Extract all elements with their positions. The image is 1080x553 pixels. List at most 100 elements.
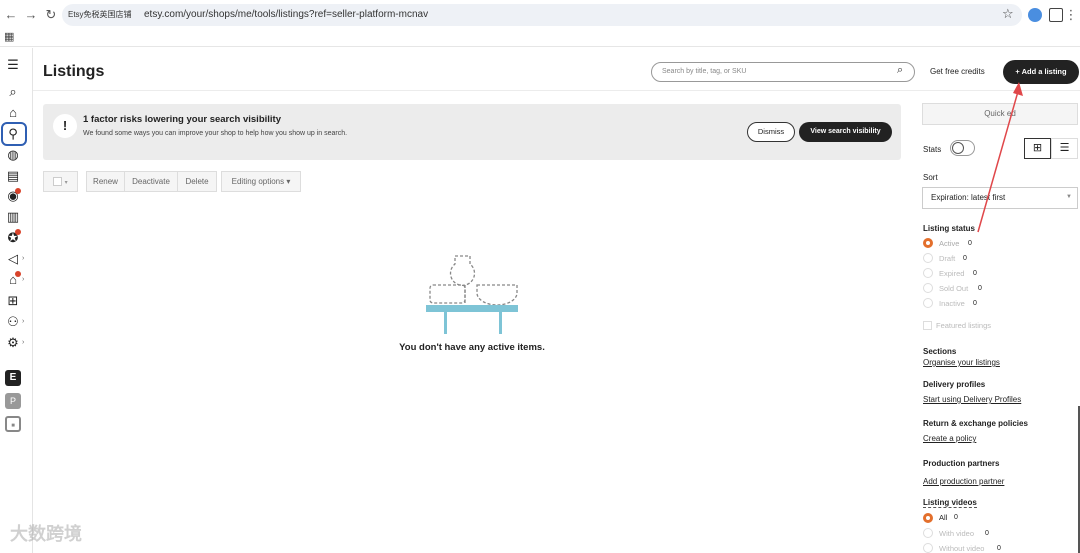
status-radio-inactive[interactable] xyxy=(923,298,933,308)
pattern-icon[interactable]: P xyxy=(5,393,21,409)
shelf-top xyxy=(426,305,518,312)
messages-icon[interactable]: ◍ xyxy=(5,147,21,163)
home-icon[interactable]: ⌂ xyxy=(5,105,21,121)
status-radio-sold-out[interactable] xyxy=(923,283,933,293)
toggle-knob xyxy=(952,142,964,154)
shelf-leg xyxy=(499,312,502,334)
watermark: 大数跨境 xyxy=(10,524,82,544)
shelf-leg xyxy=(444,312,447,334)
stats-label: Stats xyxy=(923,145,942,154)
etsy-logo-icon[interactable]: E xyxy=(5,370,21,386)
status-label-sold-out: Sold Out xyxy=(939,284,969,293)
status-count: 0 xyxy=(963,255,967,262)
square-app-icon[interactable]: ■ xyxy=(5,416,21,432)
status-count: 0 xyxy=(973,300,977,307)
video-label-with: With video xyxy=(939,529,975,538)
video-radio-with[interactable] xyxy=(923,528,933,538)
video-label-all: All xyxy=(939,513,948,522)
chevron-right-icon: › xyxy=(22,339,25,346)
sections-label: Sections xyxy=(923,347,957,356)
notification-dot xyxy=(15,271,21,277)
megaphone-icon[interactable]: ◁ xyxy=(5,251,21,267)
status-radio-expired[interactable] xyxy=(923,268,933,278)
reload-icon[interactable]: ↻ xyxy=(42,6,60,24)
empty-state-message: You don't have any active items. xyxy=(399,342,545,353)
create-policy-link[interactable]: Create a policy xyxy=(923,434,976,443)
video-radio-all[interactable] xyxy=(923,513,933,523)
forward-icon[interactable]: → xyxy=(22,6,40,24)
view-search-visibility-button[interactable]: View search visibility xyxy=(799,122,892,142)
search-icon[interactable]: ⌕ xyxy=(897,64,903,77)
visibility-banner: ! 1 factor risks lowering your search vi… xyxy=(43,104,901,160)
status-label-active: Active xyxy=(939,239,960,248)
get-free-credits-link[interactable]: Get free credits xyxy=(930,67,985,76)
site-chip[interactable]: Etsy免税英国店铺 xyxy=(68,7,132,23)
returns-label: Return & exchange policies xyxy=(923,419,1028,428)
listing-status-label: Listing status xyxy=(923,224,976,233)
grid-icon[interactable]: ⊞ xyxy=(5,293,21,309)
status-count: 0 xyxy=(968,240,972,247)
status-label-draft: Draft xyxy=(939,254,956,263)
delete-button[interactable]: Delete xyxy=(177,171,217,192)
dismiss-button[interactable]: Dismiss xyxy=(747,122,795,142)
search-input[interactable]: Search by title, tag, or SKU xyxy=(651,62,915,82)
url-text[interactable]: etsy.com/your/shops/me/tools/listings?re… xyxy=(144,4,428,26)
empty-shelf-illustration xyxy=(426,255,518,334)
orders-icon[interactable]: ▤ xyxy=(5,168,21,184)
chevron-down-icon: ▼ xyxy=(1066,194,1072,200)
browser-toolbar: ← → ↻ Etsy免税英国店铺 etsy.com/your/shops/me/… xyxy=(0,0,1080,47)
delivery-profiles-label: Delivery profiles xyxy=(923,380,986,389)
video-label-without: Without video xyxy=(939,544,985,553)
chevron-right-icon: › xyxy=(22,255,25,262)
vase-outline xyxy=(449,255,476,286)
notification-dot xyxy=(15,229,21,235)
add-production-partner-link[interactable]: Add production partner xyxy=(923,477,1004,486)
video-count: 0 xyxy=(985,530,989,537)
status-count: 0 xyxy=(973,270,977,277)
puzzle-icon[interactable] xyxy=(1049,8,1063,22)
list-view-button[interactable]: ☰ xyxy=(1051,138,1078,159)
delivery-profiles-link[interactable]: Start using Delivery Profiles xyxy=(923,395,1021,404)
listings-icon[interactable]: ⚲ xyxy=(5,126,21,142)
page-title: Listings xyxy=(43,63,105,80)
deactivate-button[interactable]: Deactivate xyxy=(124,171,178,192)
chevron-right-icon: › xyxy=(22,276,25,283)
organise-listings-link[interactable]: Organise your listings xyxy=(923,358,1000,367)
editing-options-dropdown[interactable]: Editing options ▾ xyxy=(221,171,301,192)
chevron-right-icon: › xyxy=(22,318,25,325)
status-radio-active[interactable] xyxy=(923,238,933,248)
banner-title: 1 factor risks lowering your search visi… xyxy=(83,114,281,125)
status-label-expired: Expired xyxy=(939,269,965,278)
bowl-outline xyxy=(476,284,518,306)
search-icon[interactable]: ⌕ xyxy=(5,84,21,100)
stats-icon[interactable]: ▥ xyxy=(5,209,21,225)
video-radio-without[interactable] xyxy=(923,543,933,553)
community-icon[interactable]: ⚇ xyxy=(5,314,21,330)
apps-grid-icon[interactable]: ▦ xyxy=(4,30,14,43)
notification-dot xyxy=(15,188,21,194)
extension-icon[interactable] xyxy=(1028,8,1042,22)
renew-button[interactable]: Renew xyxy=(86,171,125,192)
featured-listings-checkbox[interactable] xyxy=(923,321,932,330)
left-nav-rail: ☰ ⌕ ⌂ ⚲ ◍ ▤ ◉ ▥ ✪ ◁ › ⌂ › ⊞ ⚇ › ⚙ › E P … xyxy=(0,48,33,553)
alert-icon: ! xyxy=(53,114,77,138)
header-divider xyxy=(33,90,1080,91)
box-outline xyxy=(429,284,466,304)
hamburger-icon[interactable]: ☰ xyxy=(5,57,21,73)
back-icon[interactable]: ← xyxy=(2,6,20,24)
status-label-inactive: Inactive xyxy=(939,299,965,308)
listing-videos-label: Listing videos xyxy=(923,498,977,508)
select-all-checkbox[interactable]: ▾ xyxy=(43,171,78,192)
featured-listings-label: Featured listings xyxy=(936,321,992,330)
banner-text: We found some ways you can improve your … xyxy=(83,130,348,137)
annotation-arrow xyxy=(977,82,1023,233)
settings-gear-icon[interactable]: ⚙ xyxy=(5,335,21,351)
production-partners-label: Production partners xyxy=(923,459,1000,468)
bookmark-star-icon[interactable]: ☆ xyxy=(1002,6,1014,22)
video-count: 0 xyxy=(954,514,958,521)
address-bar[interactable]: Etsy免税英国店铺 etsy.com/your/shops/me/tools/… xyxy=(62,4,1022,26)
status-radio-draft[interactable] xyxy=(923,253,933,263)
status-count: 0 xyxy=(978,285,982,292)
menu-dots-icon[interactable]: ⋮ xyxy=(1062,6,1080,24)
video-count: 0 xyxy=(997,545,1001,552)
